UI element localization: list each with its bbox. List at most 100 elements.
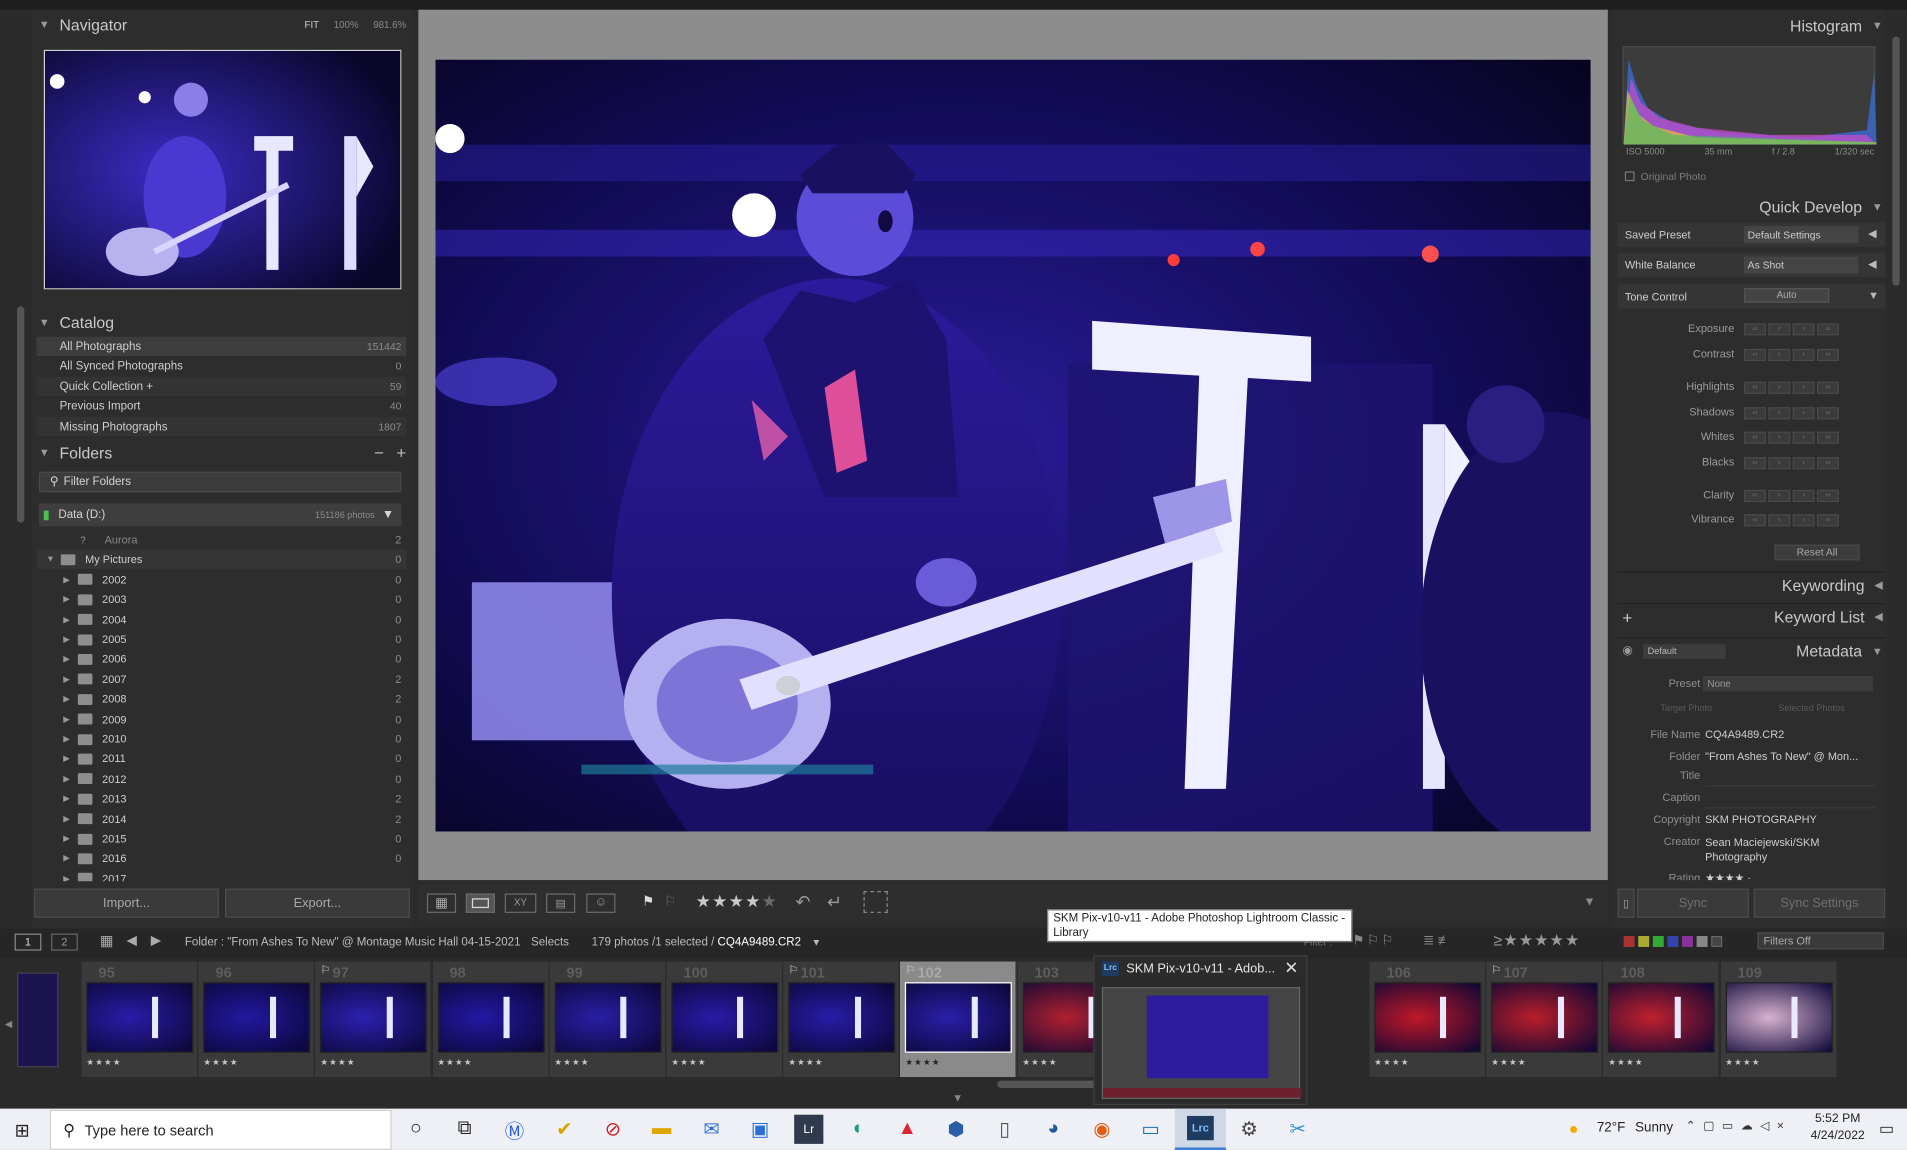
monitor-app-icon[interactable]: ▭ [1136,1115,1165,1144]
expand-triangle-icon[interactable]: ▶ [63,734,75,744]
dropdown-icon[interactable]: ▼ [812,937,822,948]
firefox-icon[interactable]: ◉ [1087,1115,1116,1144]
file-explorer-icon[interactable]: ▬ [647,1115,676,1144]
reject-flag-icon[interactable]: ⚐ [664,893,676,910]
folder-item[interactable]: ▶ 2008 2 [36,689,406,708]
system-tray-icons[interactable]: ⌃▢▭☁◁× [1686,1120,1792,1133]
caption-field[interactable] [1705,791,1876,809]
flag-filter-icons[interactable]: ⚑⚐⚐ [1352,932,1395,949]
expand-triangle-icon[interactable]: ▶ [63,854,75,864]
task-view-icon[interactable]: ⧉ [450,1115,479,1144]
partial-thumbnail[interactable] [17,972,59,1068]
grid-view-icon[interactable]: ▦ [426,893,457,913]
blue-label-icon[interactable] [1667,936,1679,947]
folder-item[interactable]: ▶ 2004 0 [36,610,406,629]
source-path[interactable]: Folder : "From Ashes To New" @ Montage M… [185,936,821,949]
folder-item[interactable]: ▶ 2006 0 [36,650,406,669]
expand-triangle-icon[interactable]: ▶ [63,774,75,784]
collapse-filmstrip-icon[interactable]: ▼ [952,1092,963,1104]
malwarebytes-icon[interactable]: Ⓜ [500,1115,529,1144]
blocked-app-icon[interactable]: ⊘ [598,1115,627,1144]
increase-button[interactable]: › [1792,431,1815,444]
folder-item[interactable]: ▶ 2015 0 [36,829,406,848]
norton-icon[interactable]: ✔ [550,1115,579,1144]
filmstrip-left-arrow-icon[interactable]: ◀ [5,1019,12,1030]
target-photo-option[interactable]: Target Photo [1660,703,1712,718]
decrease-button[interactable]: ‹ [1768,381,1791,394]
survey-view-icon[interactable]: ▤ [546,893,576,913]
forward-arrow-icon[interactable]: ▶ [151,932,161,949]
settings-gear-icon[interactable]: ⚙ [1234,1115,1263,1144]
compare-view-icon[interactable]: XY [504,893,537,913]
folder-item[interactable]: ▶ 2014 2 [36,809,406,828]
edit-filter-icons[interactable]: ≣ ≢ [1423,932,1451,949]
filmstrip-thumbnail[interactable]: 96 ★★★★ [198,961,316,1078]
pick-flag-icon[interactable]: ⚑ [642,893,654,910]
increase-large-button[interactable]: ›› [1817,514,1839,527]
folder-item[interactable]: ▼ My Pictures 0 [36,549,407,570]
people-view-icon[interactable]: ☺ [586,893,616,913]
filmstrip-thumbnail[interactable]: 107 ⚐ ★★★★ [1486,961,1604,1078]
collapse-triangle-icon[interactable]: ▼ [1868,289,1879,301]
mail-icon[interactable]: ✉ [697,1115,726,1144]
decrease-button[interactable]: ‹ [1768,514,1791,527]
lightroom-active-tab[interactable]: Lrc [1174,1108,1226,1150]
cube-app-icon[interactable]: ⬢ [941,1115,970,1144]
edge-icon[interactable]: ◐ [844,1115,873,1144]
eye-icon[interactable]: ◉ [1622,644,1633,657]
decrease-button[interactable]: ‹ [1768,489,1791,503]
decrease-large-button[interactable]: ‹‹ [1744,457,1766,470]
filmstrip-thumbnail[interactable]: 101 ⚐ ★★★★ [783,961,901,1078]
no-label-icon[interactable] [1711,936,1723,947]
decrease-large-button[interactable]: ‹‹ [1744,431,1766,444]
decrease-large-button[interactable]: ‹‹ [1744,323,1766,336]
folder-item[interactable]: ▶ 2002 0 [36,570,406,589]
close-icon[interactable]: ✕ [1284,958,1298,979]
cortana-icon[interactable]: ○ [401,1115,430,1144]
expand-triangle-icon[interactable]: ▶ [63,595,75,605]
decrease-large-button[interactable]: ‹‹ [1744,407,1766,420]
expand-triangle-icon[interactable]: ▶ [63,694,75,705]
windows-start-icon[interactable]: ⊞ [15,1120,30,1142]
taskbar-search-box[interactable]: ⚲ Type here to search [49,1109,392,1150]
increase-large-button[interactable]: ›› [1817,381,1839,394]
notification-icon[interactable]: ▭ [1879,1120,1894,1139]
right-panel-scrollbar[interactable] [1892,36,1900,286]
histogram-header[interactable]: Histogram ▼ [1618,12,1886,39]
decrease-button[interactable]: ‹ [1768,323,1791,336]
folder-item[interactable]: ▶ 2017 [36,869,406,882]
flag-icon[interactable]: ⚐ [320,964,330,977]
filmstrip-thumbnail[interactable]: 99 ★★★★ [549,961,667,1078]
yellow-label-icon[interactable] [1638,936,1650,947]
expand-arrow-icon[interactable]: ◀ [1868,258,1876,271]
keyword-list-header[interactable]: + Keyword List ◀ [1617,602,1886,630]
metadata-header[interactable]: ◉ Default Metadata ▼ [1617,636,1886,664]
expand-triangle-icon[interactable]: ▶ [63,834,75,844]
grid-icon[interactable]: ▦ [100,932,114,949]
back-arrow-icon[interactable]: ◀ [126,932,136,949]
decrease-large-button[interactable]: ‹‹ [1744,514,1766,527]
export-button[interactable]: Export... [224,888,410,918]
histogram-chart[interactable] [1622,46,1877,145]
reset-all-button[interactable]: Reset All [1774,544,1860,561]
increase-large-button[interactable]: ›› [1817,457,1839,470]
rating-stars[interactable]: ★★★★★ [696,891,778,912]
expand-triangle-icon[interactable]: ▶ [63,635,75,645]
title-field[interactable] [1705,769,1876,787]
folder-item[interactable]: ? Aurora 2 [36,530,406,549]
purple-label-icon[interactable] [1682,936,1693,947]
increase-large-button[interactable]: ›› [1817,431,1839,444]
increase-button[interactable]: › [1792,381,1815,394]
increase-large-button[interactable]: ›› [1817,489,1839,503]
folder-item[interactable]: ▶ 2007 2 [36,670,406,689]
green-label-icon[interactable] [1652,936,1664,947]
crop-overlay-icon[interactable] [863,891,888,913]
flag-icon[interactable]: ⚐ [1491,964,1501,977]
filmstrip-thumbnail[interactable]: 106 ★★★★ [1369,961,1487,1078]
expand-triangle-icon[interactable]: ▶ [63,654,75,665]
increase-button[interactable]: › [1792,323,1815,336]
auto-tone-button[interactable]: Auto [1744,288,1830,303]
increase-button[interactable]: › [1792,407,1815,420]
folder-item[interactable]: ▶ 2010 0 [36,729,406,748]
increase-button[interactable]: › [1792,514,1815,527]
